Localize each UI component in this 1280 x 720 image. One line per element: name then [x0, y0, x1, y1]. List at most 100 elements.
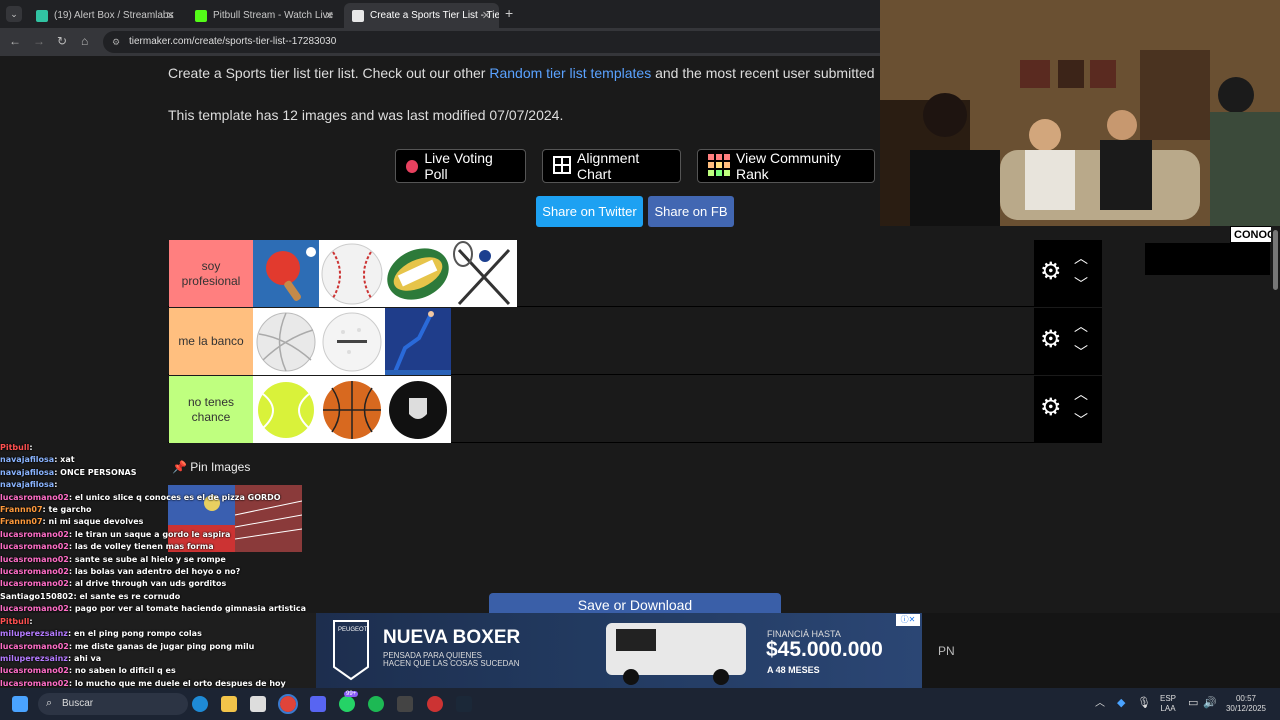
app-icon[interactable]	[397, 696, 413, 712]
tab-pitbull-stream[interactable]: Pitbull Stream - Watch Live ✕	[187, 3, 342, 28]
tier-row: me la banco ⚙ ︿ ﹀	[168, 308, 1102, 375]
move-down-icon[interactable]: ﹀	[1074, 274, 1088, 294]
chat-message: lucasromano02: sante se sube al hielo y …	[0, 554, 310, 566]
chat-text: al drive through van uds gorditos	[74, 579, 227, 589]
chat-separator: :	[54, 480, 58, 490]
intro-suffix: and the most recent user submitted	[651, 65, 875, 81]
chat-text: ahi va	[73, 653, 102, 663]
golf-ball-item[interactable]	[319, 308, 385, 375]
forward-icon[interactable]: →	[33, 34, 45, 48]
chat-username: navajafilosa	[0, 467, 55, 477]
view-community-rank-button[interactable]: View Community Rank	[697, 149, 875, 183]
tier-settings-icon[interactable]: ⚙	[1040, 328, 1062, 352]
overlay-box	[1145, 243, 1270, 275]
chat-username: Santiago150802	[0, 591, 74, 601]
chat-username: lucasromano02	[0, 567, 69, 577]
move-up-icon[interactable]: ︿	[1074, 248, 1088, 268]
chat-separator: :	[29, 616, 33, 626]
chat-message: miluperezsainz: en el ping pong rompo co…	[0, 628, 310, 640]
move-up-icon[interactable]: ︿	[1074, 316, 1088, 336]
chat-text: el unico slice q conoces es el de pizza …	[74, 492, 281, 502]
clock[interactable]: 00:57 30/12/2025	[1222, 694, 1270, 714]
share-fb-button[interactable]: Share on FB	[648, 196, 734, 227]
random-templates-link[interactable]: Random tier list templates	[489, 65, 651, 81]
new-tab-button[interactable]: +	[505, 5, 513, 21]
live-voting-poll-button[interactable]: Live Voting Poll	[395, 149, 526, 183]
chat-message: Frannn07: te garcho	[0, 504, 310, 516]
lacrosse-sticks-item[interactable]	[451, 240, 517, 307]
move-down-icon[interactable]: ﹀	[1074, 342, 1088, 362]
scrollbar-thumb[interactable]	[1273, 230, 1278, 290]
obs-icon[interactable]	[427, 696, 443, 712]
move-down-icon[interactable]: ﹀	[1074, 410, 1088, 430]
windows-start-icon[interactable]	[12, 696, 28, 712]
chrome-icon[interactable]	[278, 694, 298, 714]
tab-streamlabs[interactable]: (19) Alert Box / Streamlabs ✕	[28, 3, 183, 28]
chat-text: te garcho	[48, 505, 92, 515]
chat-text: le tiran un saque a gordo le aspira	[74, 529, 231, 539]
edge-icon[interactable]	[192, 696, 208, 712]
tier-label[interactable]: me la banco	[169, 308, 253, 375]
taskbar-search[interactable]: ⌕ Buscar	[38, 693, 188, 715]
tier-controls: ⚙ ︿ ﹀	[1034, 240, 1102, 307]
tier-settings-icon[interactable]: ⚙	[1040, 396, 1062, 420]
baseball-item[interactable]	[319, 240, 385, 307]
close-tab-icon[interactable]: ✕	[166, 9, 175, 22]
move-up-icon[interactable]: ︿	[1074, 384, 1088, 404]
tier-label[interactable]: soy profesional	[169, 240, 253, 307]
tier-items	[253, 308, 451, 375]
steam-icon[interactable]	[456, 696, 472, 712]
ad-headline: NUEVA BOXER	[383, 627, 521, 648]
ping-pong-paddle-item[interactable]	[253, 240, 319, 307]
chat-username: navajafilosa	[0, 455, 55, 465]
ad-subline-2: HACEN QUE LAS COSAS SUCEDAN	[383, 659, 520, 668]
home-icon[interactable]: ⌂	[81, 34, 88, 48]
close-tab-icon[interactable]: ✕	[482, 9, 491, 22]
chat-text: pago por ver al tomate haciendo gimnasia…	[74, 604, 306, 614]
share-twitter-button[interactable]: Share on Twitter	[536, 196, 643, 227]
tier-settings-icon[interactable]: ⚙	[1040, 260, 1062, 284]
hockey-puck-item[interactable]	[385, 376, 451, 443]
tier-label[interactable]: no tenes chance	[169, 376, 253, 443]
file-explorer-icon[interactable]	[221, 696, 237, 712]
tab-search-button[interactable]: ⌄	[6, 6, 22, 22]
chat-text: las bolas van adentro del hoyo o no?	[74, 567, 241, 577]
discord-icon[interactable]	[310, 696, 326, 712]
tray-app-icon[interactable]: ◆	[1117, 698, 1125, 709]
language-indicator[interactable]: ESP LAA	[1160, 694, 1176, 714]
chat-text: me diste ganas de jugar ping pong milu	[74, 641, 255, 651]
rugby-ball-item[interactable]	[385, 240, 451, 307]
spotify-icon[interactable]	[368, 696, 384, 712]
button-label: Alignment Chart	[577, 150, 640, 182]
back-icon[interactable]: ←	[9, 34, 21, 48]
store-icon[interactable]	[250, 696, 266, 712]
chat-username: lucasromano02	[0, 604, 69, 614]
close-tab-icon[interactable]: ✕	[325, 9, 334, 22]
url-text: tiermaker.com/create/sports-tier-list--1…	[129, 36, 337, 47]
adchoices-icon[interactable]: ⓘ✕	[896, 614, 920, 626]
chat-username: miluperezsainz	[0, 653, 68, 663]
volume-icon[interactable]: 🔊	[1203, 698, 1217, 709]
tab-tiermaker[interactable]: Create a Sports Tier List - TierM ✕	[344, 3, 499, 28]
url-field[interactable]: ⚙ tiermaker.com/create/sports-tier-list-…	[103, 31, 880, 53]
template-meta: This template has 12 images and was last…	[168, 107, 564, 123]
ad-banner[interactable]: PEUGEOT NUEVA BOXER PENSADA PARA QUIENES…	[316, 613, 922, 688]
chat-message: Santiago150802: el sante es re cornudo	[0, 591, 310, 603]
site-info-icon[interactable]: ⚙	[112, 37, 120, 48]
basketball-item[interactable]	[319, 376, 385, 443]
ad-side-panel	[922, 613, 1280, 688]
chat-username: lucasromano02	[0, 542, 69, 552]
microphone-icon[interactable]: 🎙	[1137, 698, 1151, 709]
alignment-chart-button[interactable]: Alignment Chart	[542, 149, 681, 183]
tier-row: soy profesional ⚙ ︿ ﹀	[168, 240, 1102, 307]
tennis-ball-item[interactable]	[253, 376, 319, 443]
whatsapp-icon[interactable]	[339, 696, 355, 712]
gymnast-item[interactable]	[385, 308, 451, 375]
webcam-overlay	[880, 0, 1280, 226]
monitor-icon[interactable]: ▭	[1188, 698, 1198, 709]
tier-items	[253, 376, 451, 443]
chat-username: lucasromano02	[0, 554, 69, 564]
reload-icon[interactable]: ↻	[57, 34, 67, 48]
tray-chevron-icon[interactable]: ︿	[1095, 699, 1105, 709]
volleyball-item[interactable]	[253, 308, 319, 375]
